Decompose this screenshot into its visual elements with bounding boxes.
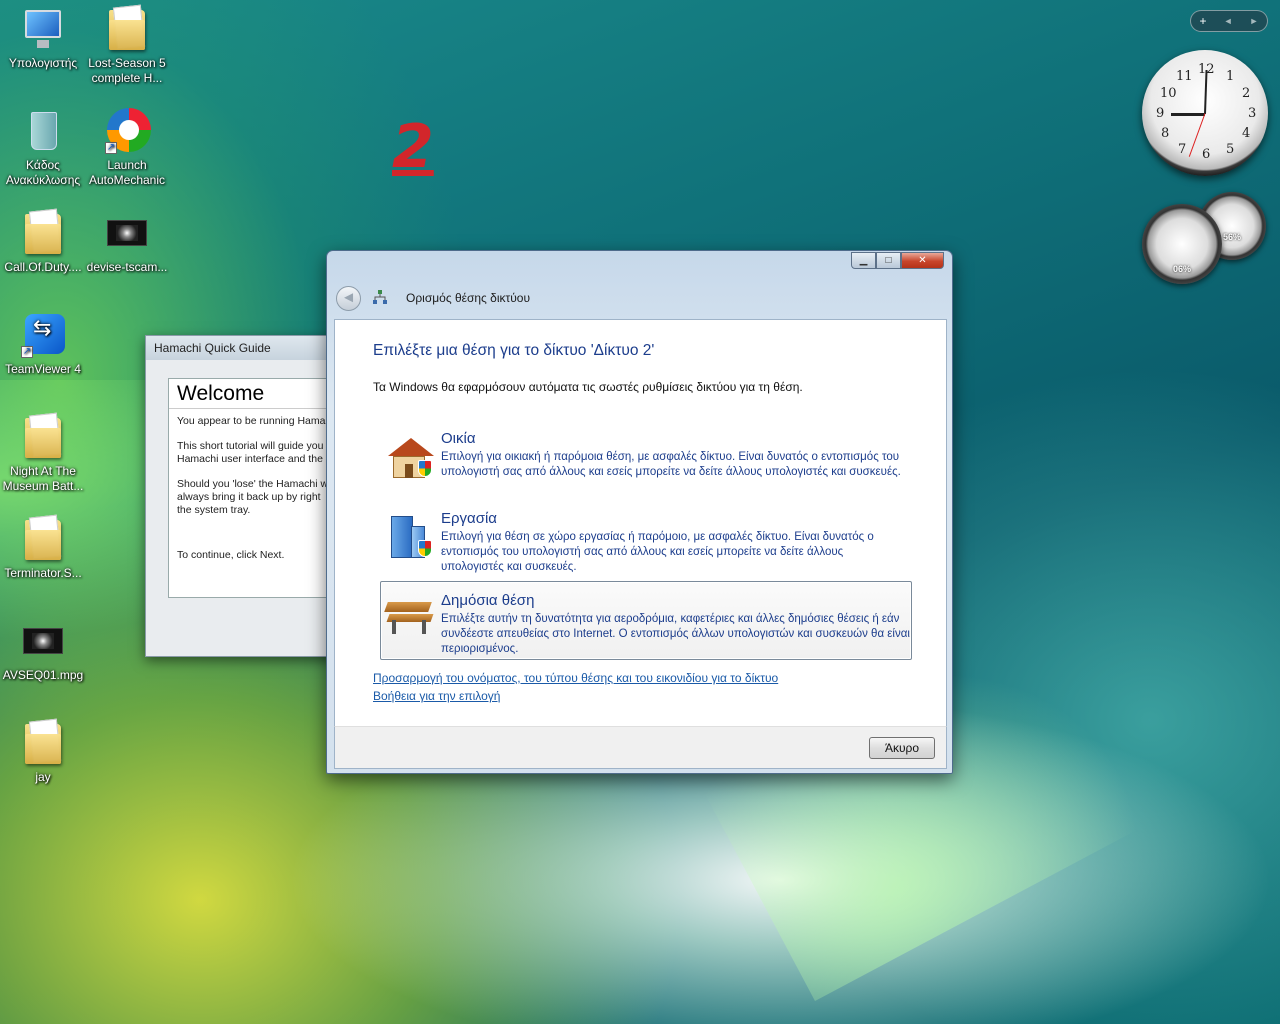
back-button[interactable]: ◄ (336, 286, 361, 311)
sidebar-next-button[interactable]: ► (1250, 16, 1259, 26)
option-name: Οικία (441, 430, 476, 447)
hamachi-quick-guide-window[interactable]: Hamachi Quick Guide Welcome You appear t… (145, 335, 368, 657)
folder-icon (25, 724, 61, 764)
close-button[interactable]: ✕ (901, 252, 944, 269)
desktop-icon-call-of-duty[interactable]: Call.Of.Duty.... (0, 208, 86, 275)
folder-icon (109, 10, 145, 50)
customize-network-link[interactable]: Προσαρμογή του ονόματος, του τύπου θέσης… (373, 671, 778, 685)
option-work[interactable]: Εργασία Επιλογή για θέση σε χώρο εργασία… (381, 510, 913, 580)
sidebar-prev-button[interactable]: ◄ (1224, 16, 1233, 26)
dialog-title: Ορισμός θέσης δικτύου (406, 291, 531, 305)
network-location-dialog[interactable]: ▁ □ ✕ ◄ Ορισμός θέσης δικτύου Επιλέξτε μ… (326, 250, 953, 774)
option-description: Επιλογή για θέση σε χώρο εργασίας ή παρό… (441, 531, 874, 573)
option-description: Επιλέξτε αυτήν τη δυνατότητα για αεροδρό… (441, 613, 910, 655)
desktop-icon-label: jay (35, 770, 51, 784)
desktop-icon-computer[interactable]: Υπολογιστής (0, 4, 86, 71)
desktop-icon-avseq01[interactable]: AVSEQ01.mpg (0, 616, 86, 683)
video-file-icon (23, 628, 63, 654)
clock-gadget[interactable]: 12 1 2 3 4 5 6 7 8 9 10 11 (1142, 50, 1268, 176)
cpu-meter-value: 06% (1172, 264, 1191, 274)
cpu-gauge[interactable]: 06% (1142, 204, 1222, 284)
window-title: Hamachi Quick Guide (146, 336, 344, 360)
home-network-icon (386, 436, 434, 480)
clock-number: 4 (1242, 126, 1251, 141)
desktop-icon-label: Υπολογιστής (8, 56, 78, 70)
clock-number: 9 (1156, 106, 1165, 121)
clock-number: 10 (1160, 86, 1177, 101)
option-description: Επιλογή για οικιακή ή παρόμοια θέση, με … (441, 451, 901, 478)
clock-number: 5 (1226, 142, 1235, 157)
work-network-icon (386, 516, 432, 560)
recycle-bin-icon (31, 112, 57, 150)
maximize-button[interactable]: □ (876, 252, 901, 269)
main-instruction: Επιλέξτε μια θέση για το δίκτυο 'Δίκτυο … (373, 342, 655, 359)
desktop-icon-devise-tscam[interactable]: devise-tscam... (84, 208, 170, 275)
clock-number: 6 (1202, 147, 1211, 162)
desktop-icon-lost-season[interactable]: Lost-Season 5 complete H... (84, 4, 170, 86)
clock-number: 7 (1178, 142, 1187, 157)
desktop-icon-label: Terminator.S... (4, 566, 82, 580)
clock-minute-hand (1204, 69, 1208, 115)
desktop-icon-label: devise-tscam... (86, 260, 168, 274)
desktop-icon-night-at-the-museum[interactable]: Night At The Museum Batt... (0, 412, 86, 494)
desktop-icon-jay[interactable]: jay (0, 718, 86, 785)
shortcut-arrow-icon: ↗ (21, 346, 33, 358)
option-home[interactable]: Οικία Επιλογή για οικιακή ή παρόμοια θέσ… (381, 430, 913, 500)
option-public[interactable]: Δημόσια θέση Επιλέξτε αυτήν τη δυνατότητ… (380, 581, 912, 660)
clock-hour-hand (1171, 113, 1205, 116)
clock-number: 1 (1226, 69, 1235, 84)
desktop-icon-automechanic[interactable]: ↗ Launch AutoMechanic (84, 106, 170, 188)
desktop-icon-terminator[interactable]: Terminator.S... (0, 514, 86, 581)
clock-number: 8 (1161, 126, 1170, 141)
help-choose-link[interactable]: Βοήθεια για την επιλογή (373, 689, 500, 703)
public-network-icon (384, 592, 434, 636)
desktop-icon-label: Call.Of.Duty.... (4, 260, 82, 274)
folder-icon (25, 214, 61, 254)
computer-icon (25, 10, 61, 48)
dialog-footer: Άκυρο (334, 726, 947, 769)
cancel-button[interactable]: Άκυρο (869, 737, 935, 759)
desktop-icon-label: TeamViewer 4 (5, 362, 81, 376)
option-name: Εργασία (441, 510, 497, 527)
folder-icon (25, 520, 61, 560)
desktop-icon-label: AVSEQ01.mpg (2, 668, 84, 682)
sub-instruction: Τα Windows θα εφαρμόσουν αυτόματα τις σω… (373, 380, 803, 394)
option-name: Δημόσια θέση (441, 592, 535, 609)
minimize-button[interactable]: ▁ (851, 252, 876, 269)
desktop-icon-teamviewer[interactable]: ↗ TeamViewer 4 (0, 310, 86, 377)
annotation-number: 2 (392, 112, 434, 182)
sidebar-controls: + ◄ ► (1190, 10, 1268, 32)
add-gadget-button[interactable]: + (1200, 14, 1207, 28)
desktop-icon-recycle-bin[interactable]: Κάδος Ανακύκλωσης (0, 106, 86, 188)
clock-number: 2 (1242, 86, 1251, 101)
desktop-icon-label: Night At The Museum Batt... (2, 464, 84, 493)
desktop-icon-label: Launch AutoMechanic (88, 158, 166, 187)
folder-icon (25, 418, 61, 458)
shortcut-arrow-icon: ↗ (105, 142, 117, 154)
clock-number: 11 (1176, 69, 1193, 84)
clock-number: 3 (1248, 106, 1257, 121)
video-file-icon (107, 220, 147, 246)
network-icon (372, 289, 388, 305)
dialog-body: Επιλέξτε μια θέση για το δίκτυο 'Δίκτυο … (334, 319, 947, 726)
desktop-icon-label: Lost-Season 5 complete H... (88, 56, 166, 85)
desktop-icon-label: Κάδος Ανακύκλωσης (5, 158, 81, 187)
